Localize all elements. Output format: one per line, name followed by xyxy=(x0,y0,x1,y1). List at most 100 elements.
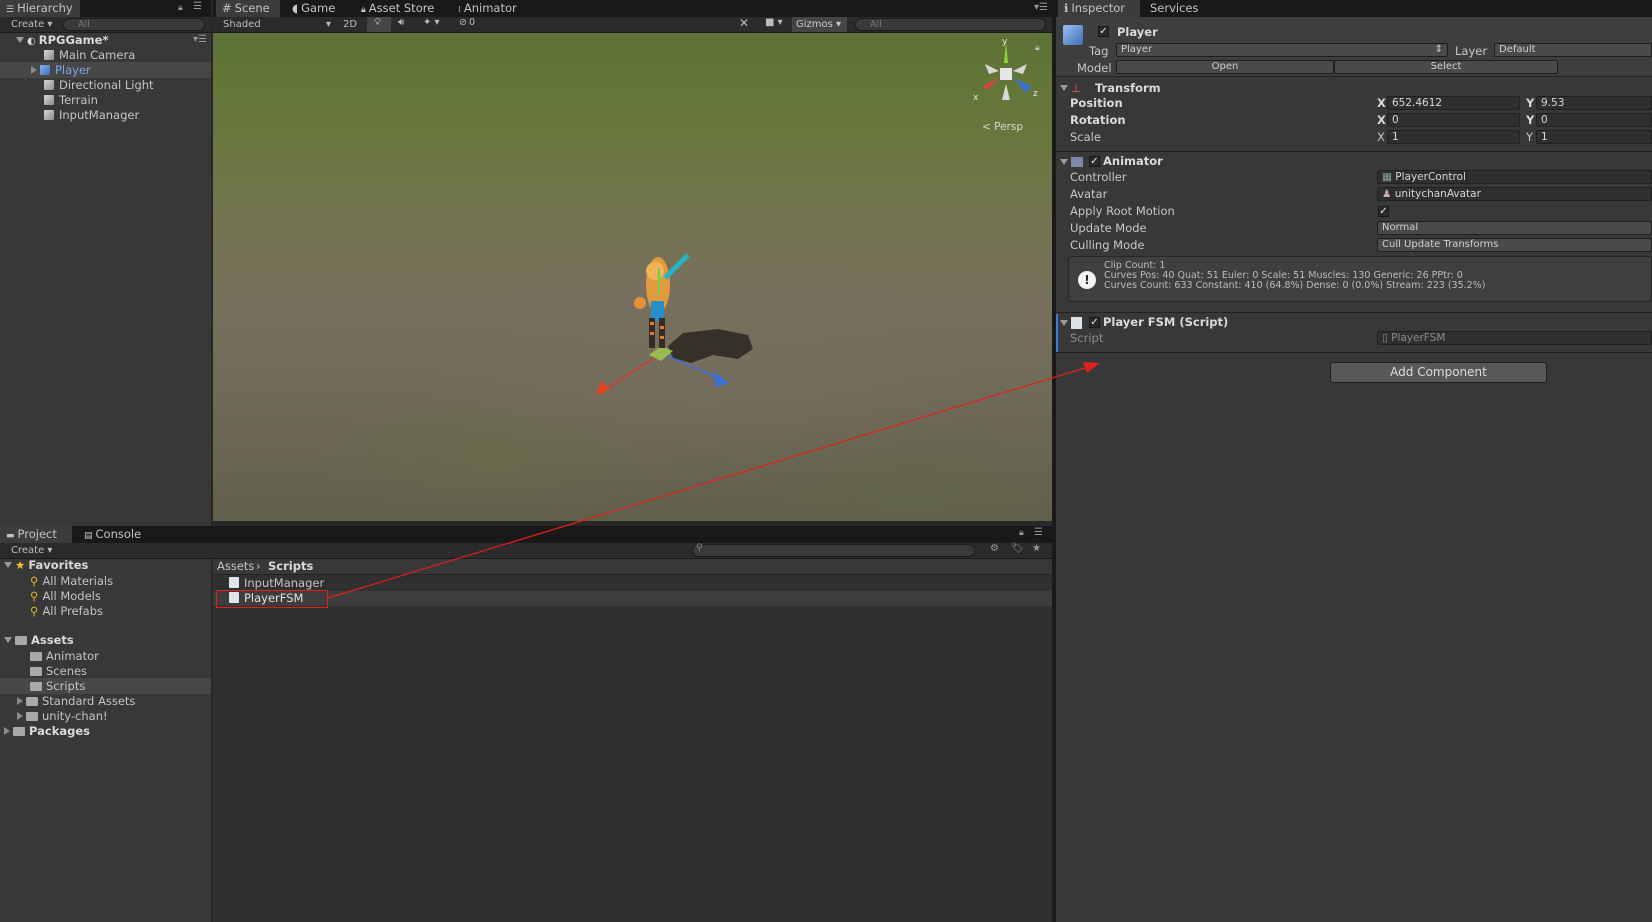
active-toggle[interactable]: ✓ xyxy=(1098,26,1109,37)
gameobject-icon xyxy=(44,95,54,105)
audio-icon[interactable]: 🔊︎ xyxy=(398,17,404,28)
gizmos-dropdown[interactable]: Gizmos ▾ xyxy=(792,17,847,32)
hierarchy-item-inputmanager[interactable]: InputManager xyxy=(44,107,139,123)
folder-scenes[interactable]: Scenes xyxy=(30,663,87,679)
tag-dropdown[interactable]: Player ⇕ xyxy=(1116,43,1448,57)
hierarchy-item-main-camera[interactable]: Main Camera xyxy=(44,47,135,63)
assets-header[interactable]: Assets xyxy=(4,632,74,648)
breadcrumb-assets[interactable]: Assets xyxy=(217,558,254,574)
layer-dropdown[interactable]: Default xyxy=(1494,43,1652,57)
filter-label-icon[interactable]: 🏷︎ xyxy=(1011,543,1024,554)
scale-label: Scale xyxy=(1070,130,1101,144)
gizmo-x-axis xyxy=(604,354,659,391)
folder-animator[interactable]: Animator xyxy=(30,648,99,664)
expand-arrow-icon[interactable] xyxy=(4,727,10,735)
folder-icon xyxy=(30,682,42,691)
favorites-header[interactable]: ★ Favorites xyxy=(4,557,88,573)
scale-y-field[interactable]: 1 xyxy=(1536,130,1652,144)
expand-arrow-icon[interactable] xyxy=(17,697,23,705)
create-dropdown[interactable]: Create ▾ xyxy=(11,17,52,32)
scene-search[interactable]: All xyxy=(855,18,1046,31)
tab-project[interactable]: ▬ Project xyxy=(0,526,72,543)
avatar-field[interactable]: ♟ unitychanAvatar xyxy=(1377,187,1652,201)
shading-dropdown[interactable]: Shaded ▾ xyxy=(223,17,331,32)
filter-type-icon[interactable]: ⚙ xyxy=(990,543,999,554)
lock-icon[interactable]: 🔒︎ xyxy=(1035,43,1040,53)
animator-header[interactable] xyxy=(1060,154,1087,170)
project-search[interactable] xyxy=(692,544,975,557)
gameobject-icon xyxy=(44,50,54,60)
tab-console[interactable]: ▤ Console xyxy=(78,526,141,543)
tab-game[interactable]: ◖ Game xyxy=(286,0,335,17)
camera-icon[interactable]: ■ ▾ xyxy=(765,17,783,28)
controller-field[interactable]: ▦ PlayerControl xyxy=(1377,170,1652,184)
file-inputmanager[interactable]: InputManager xyxy=(229,575,324,591)
favorite-all-materials[interactable]: ⚲ All Materials xyxy=(30,573,113,589)
avatar-icon: ♟ xyxy=(1382,188,1392,200)
animator-enabled-toggle[interactable]: ✓ xyxy=(1089,156,1100,167)
axis-x-label: x xyxy=(973,93,979,103)
folder-standard-assets[interactable]: Standard Assets xyxy=(17,693,135,709)
expand-arrow-icon[interactable] xyxy=(17,712,23,720)
hierarchy-item-terrain[interactable]: Terrain xyxy=(44,92,98,108)
panel-menu-icon[interactable]: ☰ xyxy=(193,1,202,12)
gameobject-icon xyxy=(44,110,54,120)
transform-axes-icon: ⊥ xyxy=(1071,81,1082,95)
culling-mode-dropdown[interactable]: Cull Update Transforms xyxy=(1377,238,1652,252)
model-select-button[interactable]: Select xyxy=(1334,60,1558,74)
packages-header[interactable]: Packages xyxy=(4,723,90,739)
tools-icon[interactable]: ✕ xyxy=(739,16,749,30)
script-enabled-toggle[interactable]: ✓ xyxy=(1089,317,1100,328)
scale-y-label: Y xyxy=(1526,130,1534,144)
cs-script-icon xyxy=(229,577,239,588)
hierarchy-item-player[interactable]: Player xyxy=(31,62,91,78)
expand-arrow-icon[interactable] xyxy=(31,66,37,74)
object-name[interactable]: Player xyxy=(1117,25,1158,39)
position-x-field[interactable]: 652.4612 xyxy=(1387,96,1520,110)
lock-icon[interactable]: 🔒︎ xyxy=(178,3,183,13)
breadcrumb-scripts[interactable]: Scripts xyxy=(268,558,313,574)
star-icon[interactable]: ★ xyxy=(1032,543,1041,554)
rotation-x-field[interactable]: 0 xyxy=(1387,113,1520,127)
script-component-header[interactable] xyxy=(1060,315,1085,331)
tab-inspector[interactable]: ℹ Inspector xyxy=(1058,0,1140,17)
folder-scripts[interactable]: Scripts xyxy=(30,678,85,694)
gizmo-x-arrow-icon[interactable] xyxy=(596,381,611,396)
search-icon: ⚲ xyxy=(30,589,39,603)
effects-icon[interactable]: ✦ ▾ xyxy=(423,17,440,28)
scene-viewport[interactable]: y x z < Persp 🔒︎ xyxy=(213,33,1052,521)
hierarchy-search[interactable]: All xyxy=(63,18,205,31)
transform-header[interactable]: ⊥ Transform xyxy=(1060,80,1161,96)
avatar-label: Avatar xyxy=(1070,187,1108,201)
tab-hierarchy[interactable]: ☰ Hierarchy xyxy=(0,0,80,17)
player-character[interactable] xyxy=(634,253,690,348)
tab-animator[interactable]: ⁞ Animator xyxy=(452,0,517,17)
toggle-2d-button[interactable]: 2D xyxy=(343,17,357,32)
gizmo-z-arrow-icon[interactable] xyxy=(713,371,729,387)
character-shadow xyxy=(668,329,753,363)
folder-unity-chan[interactable]: unity-chan! xyxy=(17,708,108,724)
folder-icon xyxy=(30,652,42,661)
tab-scene[interactable]: # Scene xyxy=(216,0,280,17)
persp-label[interactable]: < Persp xyxy=(982,121,1023,133)
lock-icon[interactable]: 🔒︎ xyxy=(1019,528,1024,538)
update-mode-dropdown[interactable]: Normal xyxy=(1377,221,1652,235)
model-open-button[interactable]: Open xyxy=(1116,60,1334,74)
tab-asset-store[interactable]: 🔒︎ Asset Store xyxy=(355,0,434,17)
add-component-button[interactable]: Add Component xyxy=(1330,362,1547,383)
panel-menu-icon[interactable]: ▾☰ xyxy=(1034,2,1048,13)
panel-menu-icon[interactable]: ☰ xyxy=(1034,527,1043,538)
scale-x-field[interactable]: 1 xyxy=(1387,130,1520,144)
apply-root-motion-checkbox[interactable]: ✓ xyxy=(1378,206,1389,217)
favorite-all-prefabs[interactable]: ⚲ All Prefabs xyxy=(30,603,103,619)
project-create-dropdown[interactable]: Create ▾ xyxy=(11,543,52,558)
position-y-field[interactable]: 9.53 xyxy=(1536,96,1652,110)
scene-menu-icon[interactable]: ▾☰ xyxy=(193,34,207,45)
favorite-all-models[interactable]: ⚲ All Models xyxy=(30,588,101,604)
scene-root[interactable]: ◐ RPGGame* xyxy=(16,32,210,48)
rotation-y-field[interactable]: 0 xyxy=(1536,113,1652,127)
hidden-objects-icon[interactable]: ⊘ 0 xyxy=(459,17,475,28)
controller-label: Controller xyxy=(1070,170,1127,184)
tab-services[interactable]: Services xyxy=(1144,0,1199,17)
hierarchy-item-directional-light[interactable]: Directional Light xyxy=(44,77,154,93)
